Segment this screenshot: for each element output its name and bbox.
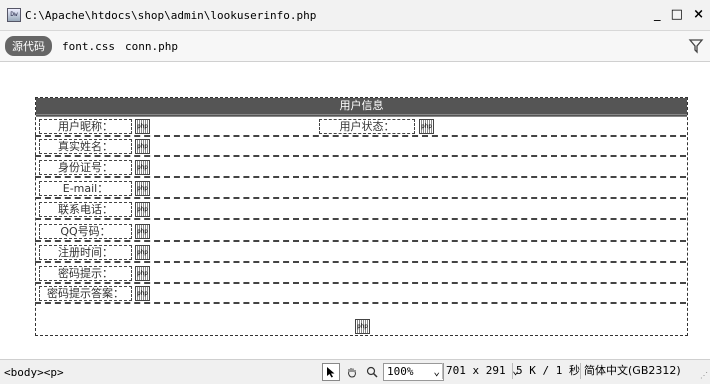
hand-icon[interactable] — [344, 364, 360, 380]
separator — [512, 363, 513, 379]
window-size-select[interactable]: 701 x 291 ⌄ — [446, 363, 519, 379]
field-label: 注册时间： — [39, 245, 132, 260]
php-placeholder-icon[interactable]: php — [135, 245, 150, 260]
field-label: 密码提示： — [39, 266, 132, 281]
document-path: C:\Apache\htdocs\shop\admin\lookuserinfo… — [25, 8, 317, 22]
select-pointer-icon[interactable] — [322, 363, 340, 381]
tag-selector-p[interactable]: <p> — [44, 366, 64, 379]
related-file-conn-php[interactable]: conn.php — [125, 40, 178, 53]
source-code-button[interactable]: 源代码 — [5, 36, 52, 56]
php-placeholder-icon[interactable]: php — [135, 286, 150, 301]
design-view: 用户信息 用户昵称： php 用户状态： php 真实姓名： php 身份证号： php E-m… — [0, 62, 710, 358]
php-placeholder-icon[interactable]: php — [419, 119, 434, 134]
resize-grip-icon[interactable]: ⋰ — [700, 371, 708, 380]
field-label: 用户状态： — [319, 119, 415, 134]
php-placeholder-icon[interactable]: php — [135, 181, 150, 196]
related-files-bar: 源代码 font.css conn.php — [0, 31, 710, 62]
tag-selector-body[interactable]: <body> — [4, 366, 44, 379]
title-bar: Dw C:\Apache\htdocs\shop\admin\lookuseri… — [0, 0, 710, 31]
window-size-value: 701 x 291 — [446, 364, 506, 377]
table-row: QQ号码： php — [35, 222, 686, 242]
window-controls: _ □ × — [648, 7, 704, 22]
table-row: 密码提示答案： php — [35, 284, 686, 304]
php-placeholder-icon[interactable]: php — [355, 319, 370, 334]
field-label: 真实姓名： — [39, 139, 132, 154]
php-placeholder-icon[interactable]: php — [135, 224, 150, 239]
field-label: E-mail： — [39, 181, 132, 196]
download-size: 5 K / 1 秒 — [516, 364, 580, 377]
table-header: 用户信息 — [36, 98, 687, 117]
zoom-value: 100% — [387, 365, 414, 378]
field-label: 身份证号： — [39, 160, 132, 175]
table-row: 身份证号： php — [35, 158, 686, 178]
table-row: 用户昵称： php 用户状态： php — [35, 117, 686, 137]
dreamweaver-app-icon: Dw — [7, 8, 21, 22]
table-row: 联系电话： php — [35, 200, 686, 220]
php-placeholder-icon[interactable]: php — [135, 139, 150, 154]
field-label: 联系电话： — [39, 202, 132, 217]
table-row: 真实姓名： php — [35, 137, 686, 157]
minimize-button[interactable]: _ — [654, 7, 661, 22]
table-row: E-mail： php — [35, 179, 686, 199]
php-placeholder-icon[interactable]: php — [135, 119, 150, 134]
status-tools — [322, 363, 384, 381]
php-placeholder-icon[interactable]: php — [135, 266, 150, 281]
close-button[interactable]: × — [693, 7, 704, 22]
maximize-button[interactable]: □ — [671, 7, 683, 22]
separator — [580, 363, 581, 379]
table-row: 密码提示： php — [35, 264, 686, 284]
table-row: 注册时间： php — [35, 243, 686, 263]
separator — [442, 363, 443, 379]
php-placeholder-icon[interactable]: php — [135, 160, 150, 175]
chevron-down-icon: ⌄ — [433, 365, 440, 378]
filter-icon[interactable] — [688, 38, 704, 54]
php-placeholder-icon[interactable]: php — [135, 202, 150, 217]
field-label: 用户昵称： — [39, 119, 132, 134]
zoom-select[interactable]: 100% ⌄ — [383, 363, 444, 381]
encoding-label: 简体中文(GB2312) — [584, 364, 681, 377]
related-file-font-css[interactable]: font.css — [62, 40, 115, 53]
zoom-icon[interactable] — [364, 364, 380, 380]
field-label: 密码提示答案： — [39, 286, 132, 301]
field-label: QQ号码： — [39, 224, 132, 239]
